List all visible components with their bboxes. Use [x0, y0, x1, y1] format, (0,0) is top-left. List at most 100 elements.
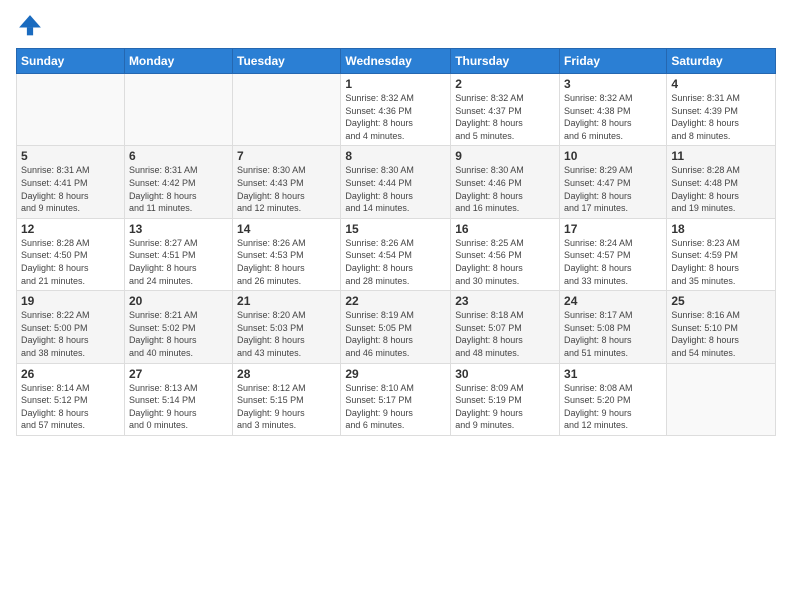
day-info: Sunrise: 8:25 AM Sunset: 4:56 PM Dayligh…: [455, 237, 555, 287]
day-info: Sunrise: 8:27 AM Sunset: 4:51 PM Dayligh…: [129, 237, 228, 287]
calendar-cell: [17, 74, 125, 146]
calendar-cell: 17Sunrise: 8:24 AM Sunset: 4:57 PM Dayli…: [560, 218, 667, 290]
calendar-cell: 25Sunrise: 8:16 AM Sunset: 5:10 PM Dayli…: [667, 291, 776, 363]
day-number: 23: [455, 294, 555, 308]
day-info: Sunrise: 8:32 AM Sunset: 4:37 PM Dayligh…: [455, 92, 555, 142]
day-number: 25: [671, 294, 771, 308]
day-number: 16: [455, 222, 555, 236]
day-number: 21: [237, 294, 336, 308]
day-info: Sunrise: 8:24 AM Sunset: 4:57 PM Dayligh…: [564, 237, 662, 287]
day-number: 18: [671, 222, 771, 236]
day-info: Sunrise: 8:26 AM Sunset: 4:54 PM Dayligh…: [345, 237, 446, 287]
day-number: 10: [564, 149, 662, 163]
day-info: Sunrise: 8:30 AM Sunset: 4:43 PM Dayligh…: [237, 164, 336, 214]
logo: [16, 12, 48, 40]
day-info: Sunrise: 8:08 AM Sunset: 5:20 PM Dayligh…: [564, 382, 662, 432]
calendar-cell: 9Sunrise: 8:30 AM Sunset: 4:46 PM Daylig…: [451, 146, 560, 218]
day-number: 14: [237, 222, 336, 236]
logo-icon: [16, 12, 44, 40]
day-number: 24: [564, 294, 662, 308]
calendar-cell: 26Sunrise: 8:14 AM Sunset: 5:12 PM Dayli…: [17, 363, 125, 435]
weekday-header: Saturday: [667, 49, 776, 74]
calendar-cell: 8Sunrise: 8:30 AM Sunset: 4:44 PM Daylig…: [341, 146, 451, 218]
calendar-cell: 11Sunrise: 8:28 AM Sunset: 4:48 PM Dayli…: [667, 146, 776, 218]
day-number: 17: [564, 222, 662, 236]
calendar-cell: 16Sunrise: 8:25 AM Sunset: 4:56 PM Dayli…: [451, 218, 560, 290]
calendar: SundayMondayTuesdayWednesdayThursdayFrid…: [16, 48, 776, 436]
weekday-header: Sunday: [17, 49, 125, 74]
calendar-cell: 14Sunrise: 8:26 AM Sunset: 4:53 PM Dayli…: [233, 218, 341, 290]
calendar-cell: [667, 363, 776, 435]
day-number: 29: [345, 367, 446, 381]
calendar-cell: 23Sunrise: 8:18 AM Sunset: 5:07 PM Dayli…: [451, 291, 560, 363]
calendar-week-row: 19Sunrise: 8:22 AM Sunset: 5:00 PM Dayli…: [17, 291, 776, 363]
weekday-header: Friday: [560, 49, 667, 74]
calendar-cell: 4Sunrise: 8:31 AM Sunset: 4:39 PM Daylig…: [667, 74, 776, 146]
weekday-header-row: SundayMondayTuesdayWednesdayThursdayFrid…: [17, 49, 776, 74]
day-info: Sunrise: 8:30 AM Sunset: 4:46 PM Dayligh…: [455, 164, 555, 214]
calendar-week-row: 5Sunrise: 8:31 AM Sunset: 4:41 PM Daylig…: [17, 146, 776, 218]
day-number: 4: [671, 77, 771, 91]
day-info: Sunrise: 8:30 AM Sunset: 4:44 PM Dayligh…: [345, 164, 446, 214]
day-number: 22: [345, 294, 446, 308]
day-info: Sunrise: 8:14 AM Sunset: 5:12 PM Dayligh…: [21, 382, 120, 432]
day-number: 7: [237, 149, 336, 163]
day-info: Sunrise: 8:17 AM Sunset: 5:08 PM Dayligh…: [564, 309, 662, 359]
day-info: Sunrise: 8:12 AM Sunset: 5:15 PM Dayligh…: [237, 382, 336, 432]
day-info: Sunrise: 8:32 AM Sunset: 4:38 PM Dayligh…: [564, 92, 662, 142]
calendar-cell: 2Sunrise: 8:32 AM Sunset: 4:37 PM Daylig…: [451, 74, 560, 146]
calendar-cell: 1Sunrise: 8:32 AM Sunset: 4:36 PM Daylig…: [341, 74, 451, 146]
day-info: Sunrise: 8:18 AM Sunset: 5:07 PM Dayligh…: [455, 309, 555, 359]
day-info: Sunrise: 8:19 AM Sunset: 5:05 PM Dayligh…: [345, 309, 446, 359]
calendar-cell: 21Sunrise: 8:20 AM Sunset: 5:03 PM Dayli…: [233, 291, 341, 363]
weekday-header: Wednesday: [341, 49, 451, 74]
day-info: Sunrise: 8:09 AM Sunset: 5:19 PM Dayligh…: [455, 382, 555, 432]
calendar-cell: 31Sunrise: 8:08 AM Sunset: 5:20 PM Dayli…: [560, 363, 667, 435]
day-number: 30: [455, 367, 555, 381]
day-number: 26: [21, 367, 120, 381]
calendar-cell: 5Sunrise: 8:31 AM Sunset: 4:41 PM Daylig…: [17, 146, 125, 218]
calendar-cell: 20Sunrise: 8:21 AM Sunset: 5:02 PM Dayli…: [124, 291, 232, 363]
day-number: 3: [564, 77, 662, 91]
calendar-cell: 7Sunrise: 8:30 AM Sunset: 4:43 PM Daylig…: [233, 146, 341, 218]
day-info: Sunrise: 8:16 AM Sunset: 5:10 PM Dayligh…: [671, 309, 771, 359]
calendar-cell: 12Sunrise: 8:28 AM Sunset: 4:50 PM Dayli…: [17, 218, 125, 290]
day-number: 20: [129, 294, 228, 308]
day-number: 19: [21, 294, 120, 308]
calendar-cell: 27Sunrise: 8:13 AM Sunset: 5:14 PM Dayli…: [124, 363, 232, 435]
day-number: 27: [129, 367, 228, 381]
calendar-cell: 19Sunrise: 8:22 AM Sunset: 5:00 PM Dayli…: [17, 291, 125, 363]
day-number: 8: [345, 149, 446, 163]
day-number: 1: [345, 77, 446, 91]
day-info: Sunrise: 8:28 AM Sunset: 4:48 PM Dayligh…: [671, 164, 771, 214]
weekday-header: Thursday: [451, 49, 560, 74]
day-info: Sunrise: 8:21 AM Sunset: 5:02 PM Dayligh…: [129, 309, 228, 359]
day-number: 2: [455, 77, 555, 91]
day-info: Sunrise: 8:22 AM Sunset: 5:00 PM Dayligh…: [21, 309, 120, 359]
day-number: 5: [21, 149, 120, 163]
day-number: 12: [21, 222, 120, 236]
calendar-week-row: 26Sunrise: 8:14 AM Sunset: 5:12 PM Dayli…: [17, 363, 776, 435]
day-number: 31: [564, 367, 662, 381]
calendar-week-row: 12Sunrise: 8:28 AM Sunset: 4:50 PM Dayli…: [17, 218, 776, 290]
day-info: Sunrise: 8:10 AM Sunset: 5:17 PM Dayligh…: [345, 382, 446, 432]
day-info: Sunrise: 8:32 AM Sunset: 4:36 PM Dayligh…: [345, 92, 446, 142]
weekday-header: Monday: [124, 49, 232, 74]
day-number: 11: [671, 149, 771, 163]
day-info: Sunrise: 8:29 AM Sunset: 4:47 PM Dayligh…: [564, 164, 662, 214]
day-info: Sunrise: 8:31 AM Sunset: 4:39 PM Dayligh…: [671, 92, 771, 142]
day-number: 6: [129, 149, 228, 163]
calendar-cell: 28Sunrise: 8:12 AM Sunset: 5:15 PM Dayli…: [233, 363, 341, 435]
header: [16, 12, 776, 40]
calendar-week-row: 1Sunrise: 8:32 AM Sunset: 4:36 PM Daylig…: [17, 74, 776, 146]
day-info: Sunrise: 8:26 AM Sunset: 4:53 PM Dayligh…: [237, 237, 336, 287]
calendar-cell: 18Sunrise: 8:23 AM Sunset: 4:59 PM Dayli…: [667, 218, 776, 290]
day-number: 13: [129, 222, 228, 236]
calendar-cell: 3Sunrise: 8:32 AM Sunset: 4:38 PM Daylig…: [560, 74, 667, 146]
calendar-cell: 22Sunrise: 8:19 AM Sunset: 5:05 PM Dayli…: [341, 291, 451, 363]
calendar-cell: 15Sunrise: 8:26 AM Sunset: 4:54 PM Dayli…: [341, 218, 451, 290]
weekday-header: Tuesday: [233, 49, 341, 74]
day-info: Sunrise: 8:28 AM Sunset: 4:50 PM Dayligh…: [21, 237, 120, 287]
day-info: Sunrise: 8:31 AM Sunset: 4:42 PM Dayligh…: [129, 164, 228, 214]
calendar-cell: 13Sunrise: 8:27 AM Sunset: 4:51 PM Dayli…: [124, 218, 232, 290]
